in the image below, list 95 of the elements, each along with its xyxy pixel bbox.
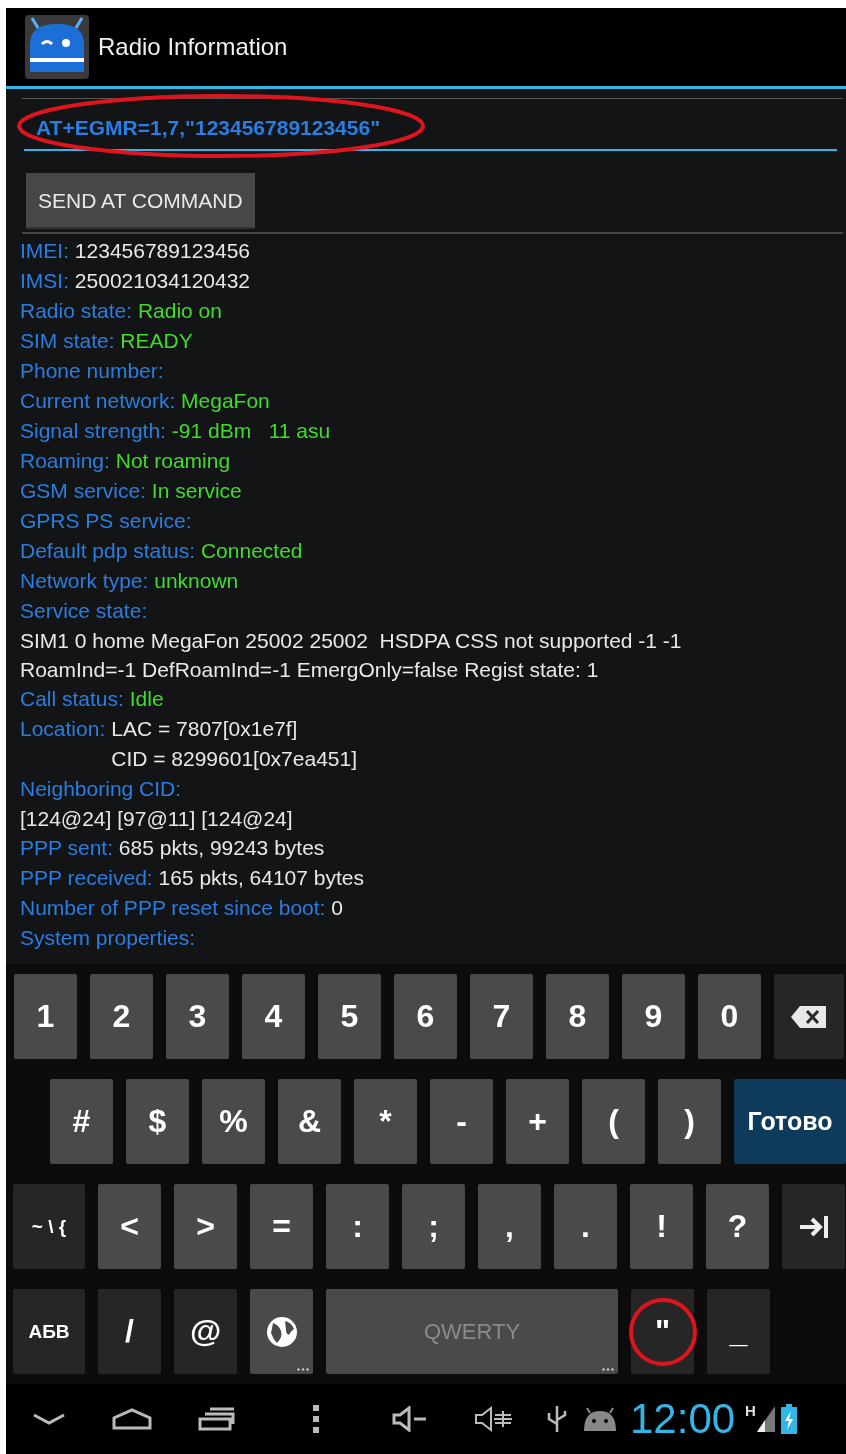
keyboard-key[interactable]: 7 (470, 974, 533, 1059)
network-type-label: H (745, 1402, 756, 1419)
keyboard-key[interactable]: > (174, 1184, 237, 1269)
keyboard-key[interactable]: 3 (166, 974, 229, 1059)
info-value: -91 dBm 11 asu (170, 418, 331, 444)
keyboard-key[interactable]: ) (658, 1079, 721, 1164)
keyboard-key[interactable]: 8 (546, 974, 609, 1059)
app-icon (24, 14, 90, 80)
keyboard-key[interactable]: @ (174, 1289, 237, 1374)
info-label: System properties: (20, 925, 196, 951)
info-value: READY (119, 328, 193, 354)
tab-icon (797, 1213, 830, 1240)
home-icon[interactable] (112, 1408, 152, 1430)
info-label: Network type: (20, 568, 149, 594)
recent-apps-icon[interactable] (198, 1407, 236, 1431)
keyboard-key[interactable]: АБВ (13, 1289, 85, 1374)
keyboard-key[interactable]: . (554, 1184, 617, 1269)
info-value: In service (150, 478, 242, 504)
info-label: Current network: (20, 388, 176, 414)
info-value: 685 pkts, 99243 bytes (117, 835, 325, 861)
keyboard-key[interactable]: = (250, 1184, 313, 1269)
info-value: Not roaming (114, 448, 231, 474)
info-label: Roaming: (20, 448, 110, 474)
keyboard-key[interactable]: - (430, 1079, 493, 1164)
backspace-icon (790, 1004, 828, 1029)
keyboard-key[interactable]: 2 (90, 974, 153, 1059)
keyboard-key[interactable]: 4 (242, 974, 305, 1059)
keyboard-key[interactable]: 1 (14, 974, 77, 1059)
keyboard-key[interactable]: % (202, 1079, 265, 1164)
keyboard-key[interactable]: * (354, 1079, 417, 1164)
keyboard-key[interactable]: ? (706, 1184, 769, 1269)
info-label: Service state: (20, 598, 148, 624)
info-value: 123456789123456 (73, 238, 251, 264)
tab-key[interactable] (782, 1184, 845, 1269)
usb-icon (546, 1404, 568, 1434)
info-label: Signal strength: (20, 418, 166, 444)
keyboard-key[interactable]: 0 (698, 974, 761, 1059)
command-input[interactable]: AT+EGMR=1,7,"123456789123456" (24, 107, 837, 151)
info-label: Phone number: (20, 358, 164, 384)
keyboard-key[interactable]: & (278, 1079, 341, 1164)
info-value: CID = 8299601[0x7ea451] (111, 746, 357, 772)
info-value: unknown (153, 568, 239, 594)
info-label: SIM state: (20, 328, 115, 354)
info-value: 250021034120432 (73, 268, 251, 294)
keyboard-key[interactable]: ( (582, 1079, 645, 1164)
keyboard-key[interactable]: ; (402, 1184, 465, 1269)
keyboard-key[interactable]: , (478, 1184, 541, 1269)
android-robot-icon (582, 1407, 618, 1431)
signal-icon (756, 1406, 775, 1432)
info-value: Connected (199, 538, 303, 564)
keyboard-key[interactable]: $ (126, 1079, 189, 1164)
keyboard-key[interactable]: / (98, 1289, 161, 1374)
info-value: LAC = 7807[0x1e7f] (111, 716, 299, 742)
globe-icon (264, 1314, 299, 1349)
info-label: Location: (20, 716, 106, 742)
keyboard-key[interactable]: _ (707, 1289, 770, 1374)
backspace-key[interactable] (774, 974, 844, 1059)
keyboard-key[interactable]: < (98, 1184, 161, 1269)
info-text: SIM1 0 home MegaFon 25002 25002 HSDPA CSS not supported -1 -1 RoamInd=-1 DefRoamInd=-1 EmergOnly=false Regist state: 1 (20, 628, 683, 683)
clock: 12:00 (630, 1395, 736, 1443)
keyboard-key[interactable]: + (506, 1079, 569, 1164)
battery-charging-icon (780, 1404, 797, 1434)
info-label: Radio state: (20, 298, 133, 324)
keyboard-key[interactable]: 9 (622, 974, 685, 1059)
keyboard-key[interactable]: ! (630, 1184, 693, 1269)
info-label: IMEI: (20, 238, 69, 264)
info-value: Radio on (136, 298, 222, 324)
info-label: PPP received: (20, 865, 153, 891)
globe-key[interactable] (250, 1289, 313, 1374)
keyboard-key[interactable]: 6 (394, 974, 457, 1059)
info-label: GSM service: (20, 478, 147, 504)
info-value: Idle (128, 686, 164, 712)
info-label: IMSI: (20, 268, 69, 294)
keyboard-key[interactable]: ~ \ { (13, 1184, 85, 1269)
keyboard-key[interactable]: # (50, 1079, 113, 1164)
info-label: Call status: (20, 686, 124, 712)
info-value: 0 (330, 895, 343, 921)
keyboard-key[interactable]: " (631, 1289, 694, 1374)
volume-up-icon[interactable] (474, 1406, 514, 1432)
info-label: Default pdp status: (20, 538, 196, 564)
info-label: PPP sent: (20, 835, 113, 861)
menu-icon[interactable] (312, 1405, 320, 1433)
info-value: 165 pkts, 64107 bytes (157, 865, 364, 891)
done-key[interactable]: Готово (734, 1079, 846, 1164)
info-value: MegaFon (180, 388, 270, 414)
info-label: Neighboring CID: (20, 776, 182, 802)
window-title: Radio Information (98, 33, 288, 61)
volume-down-icon[interactable] (392, 1406, 428, 1432)
back-icon[interactable] (32, 1412, 66, 1426)
info-label: Number of PPP reset since boot: (20, 895, 326, 921)
info-text: [124@24] [97@11] [124@24] (20, 806, 294, 832)
keyboard-key[interactable]: : (326, 1184, 389, 1269)
info-label: GPRS PS service: (20, 508, 192, 534)
send-command-button[interactable]: SEND AT COMMAND (26, 173, 255, 229)
keyboard-key[interactable]: 5 (318, 974, 381, 1059)
